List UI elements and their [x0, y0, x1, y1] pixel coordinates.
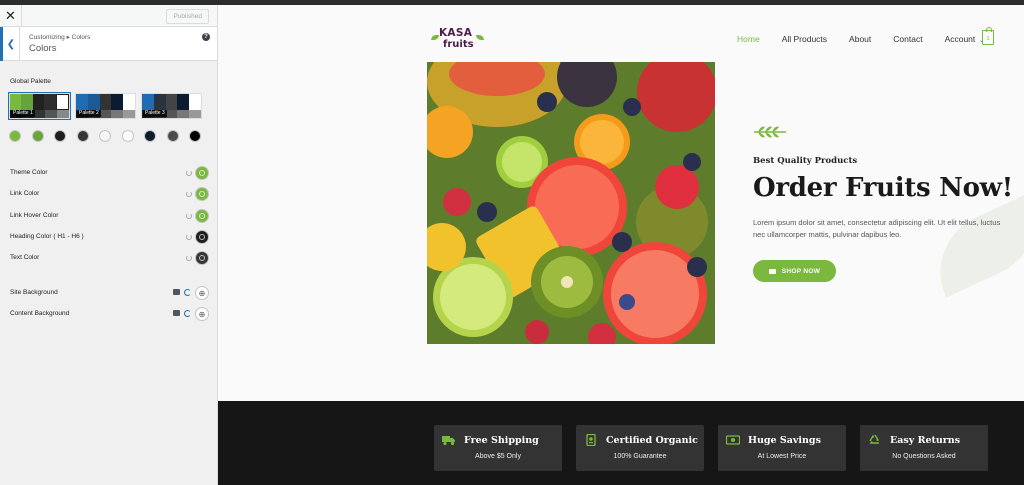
- palette-list: Palette 1 Palette 2 Palette 3: [8, 92, 202, 120]
- reset-icon[interactable]: [186, 191, 192, 198]
- reset-icon[interactable]: [186, 233, 192, 240]
- section-title: Colors: [29, 43, 57, 54]
- reset-icon[interactable]: [186, 212, 192, 219]
- cart-icon[interactable]: 1: [982, 27, 994, 45]
- palette-option[interactable]: Palette 2: [75, 93, 136, 119]
- nav-home[interactable]: Home: [737, 34, 760, 44]
- logo-text: fruits: [443, 39, 474, 50]
- palette-name: Palette 3: [143, 110, 167, 117]
- feature-title: Huge Savings: [748, 435, 821, 446]
- section-header: ❮ Customizing ▸ Colors Colors ?: [0, 27, 217, 61]
- feature-subtitle: 100% Guarantee: [613, 453, 667, 460]
- reset-icon[interactable]: [184, 289, 191, 296]
- site-preview: KASA fruits Home All Products About Cont…: [218, 5, 1024, 485]
- desktop-icon[interactable]: [173, 289, 180, 295]
- back-arrow-icon[interactable]: ❮: [0, 27, 20, 61]
- palette-name: Palette 1: [11, 110, 35, 117]
- customizer-sidebar: ✕ Published ❮ Customizing ▸ Colors Color…: [0, 5, 218, 485]
- hero-fruit-image: [427, 62, 715, 344]
- shop-now-label: SHOP NOW: [781, 267, 821, 275]
- palette-color-swatch[interactable]: [9, 130, 21, 142]
- content-background-setting: Content Background ⊕: [0, 303, 218, 324]
- site-background-setting: Site Background ⊕: [0, 282, 218, 303]
- globe-icon[interactable]: ⊕: [195, 307, 209, 322]
- leaf-icon: [431, 35, 439, 40]
- reset-icon[interactable]: [184, 310, 191, 318]
- setting-label: Text Color: [10, 254, 40, 262]
- nav-account-label: Account: [944, 34, 976, 44]
- feature-title: Certified Organic: [606, 435, 698, 446]
- desktop-icon[interactable]: [173, 310, 180, 317]
- palette-color-swatch[interactable]: [99, 130, 111, 142]
- nav-about[interactable]: About: [849, 34, 871, 44]
- hero-description: Lorem ipsum dolor sit amet, consectetur …: [753, 218, 1001, 239]
- feature-card: Certified Organic 100% Guarantee: [576, 425, 704, 471]
- feature-subtitle: Above $5 Only: [475, 453, 521, 460]
- logo-text: KASA: [439, 27, 473, 39]
- nav-account[interactable]: Account ⌄: [945, 34, 985, 44]
- reset-icon[interactable]: [186, 255, 192, 262]
- palette-color-row: [9, 130, 201, 142]
- feature-card: Huge Savings At Lowest Price: [718, 425, 846, 471]
- color-picker-swatch[interactable]: [195, 187, 209, 202]
- global-palette-label: Global Palette: [10, 78, 51, 85]
- nav-all-products[interactable]: All Products: [782, 34, 827, 44]
- color-picker-swatch[interactable]: [195, 251, 209, 266]
- recycle-icon: [869, 434, 880, 444]
- palette-color-swatch[interactable]: [54, 130, 66, 142]
- hero-tagline: Best Quality Products: [753, 156, 858, 166]
- setting-label: Theme Color: [10, 169, 48, 176]
- palette-option[interactable]: Palette 1: [8, 92, 71, 120]
- palette-color-swatch[interactable]: [189, 130, 201, 142]
- help-icon[interactable]: ?: [202, 33, 210, 41]
- palette-color-swatch[interactable]: [121, 130, 134, 142]
- background-settings-list: Site Background ⊕ Content Background ⊕: [0, 282, 218, 325]
- nav-contact[interactable]: Contact: [893, 34, 922, 44]
- hero-headline: Order Fruits Now!: [753, 173, 1013, 203]
- link-hover-color-setting: Link Hover Color: [0, 205, 218, 226]
- certificate-icon: [586, 434, 596, 446]
- palette-color-swatch[interactable]: [31, 130, 44, 142]
- setting-label: Heading Color ( H1 - H6 ): [10, 232, 84, 240]
- background-leaf-decoration: [920, 192, 1024, 298]
- shop-now-button[interactable]: SHOP NOW: [753, 260, 836, 282]
- cart-count: 1: [986, 35, 990, 42]
- published-button[interactable]: Published: [166, 9, 209, 24]
- setting-label: Content Background: [10, 310, 70, 318]
- globe-icon[interactable]: ⊕: [195, 286, 209, 300]
- main-navigation: Home All Products About Contact Account ⌄: [737, 34, 1006, 44]
- palette-color-swatch[interactable]: [166, 130, 179, 142]
- feature-title: Easy Returns: [890, 435, 961, 446]
- color-picker-swatch[interactable]: [195, 166, 209, 180]
- customizer-header: ✕ Published: [0, 5, 217, 27]
- leaf-icon: [754, 126, 786, 138]
- setting-label: Link Hover Color: [10, 211, 59, 219]
- feature-subtitle: No Questions Asked: [892, 453, 956, 460]
- setting-label: Link Color: [10, 190, 40, 198]
- money-icon: [726, 435, 740, 445]
- color-picker-swatch[interactable]: [195, 229, 209, 244]
- reset-icon[interactable]: [186, 170, 192, 176]
- text-color-setting: Text Color: [0, 247, 218, 268]
- feature-subtitle: At Lowest Price: [757, 453, 807, 460]
- setting-label: Site Background: [10, 289, 58, 296]
- leaf-icon: [476, 35, 484, 40]
- palette-color-swatch[interactable]: [144, 130, 156, 142]
- feature-title: Free Shipping: [464, 435, 539, 446]
- close-icon[interactable]: ✕: [0, 5, 22, 27]
- palette-option[interactable]: Palette 3: [141, 93, 202, 119]
- color-settings-list: Theme Color Link Color Link Hover Color …: [0, 162, 218, 268]
- color-picker-swatch[interactable]: [195, 208, 209, 223]
- link-color-setting: Link Color: [0, 183, 218, 204]
- palette-color-swatch[interactable]: [76, 130, 89, 142]
- palette-name: Palette 2: [77, 110, 101, 117]
- feature-card: Easy Returns No Questions Asked: [860, 425, 988, 471]
- truck-icon: [442, 436, 455, 446]
- site-logo[interactable]: KASA fruits: [431, 27, 484, 51]
- heading-color-setting: Heading Color ( H1 - H6 ): [0, 226, 218, 247]
- theme-color-setting: Theme Color: [0, 162, 218, 183]
- feature-card: Free Shipping Above $5 Only: [434, 425, 562, 471]
- breadcrumb: Customizing ▸ Colors: [29, 34, 91, 41]
- cart-icon: [768, 268, 776, 274]
